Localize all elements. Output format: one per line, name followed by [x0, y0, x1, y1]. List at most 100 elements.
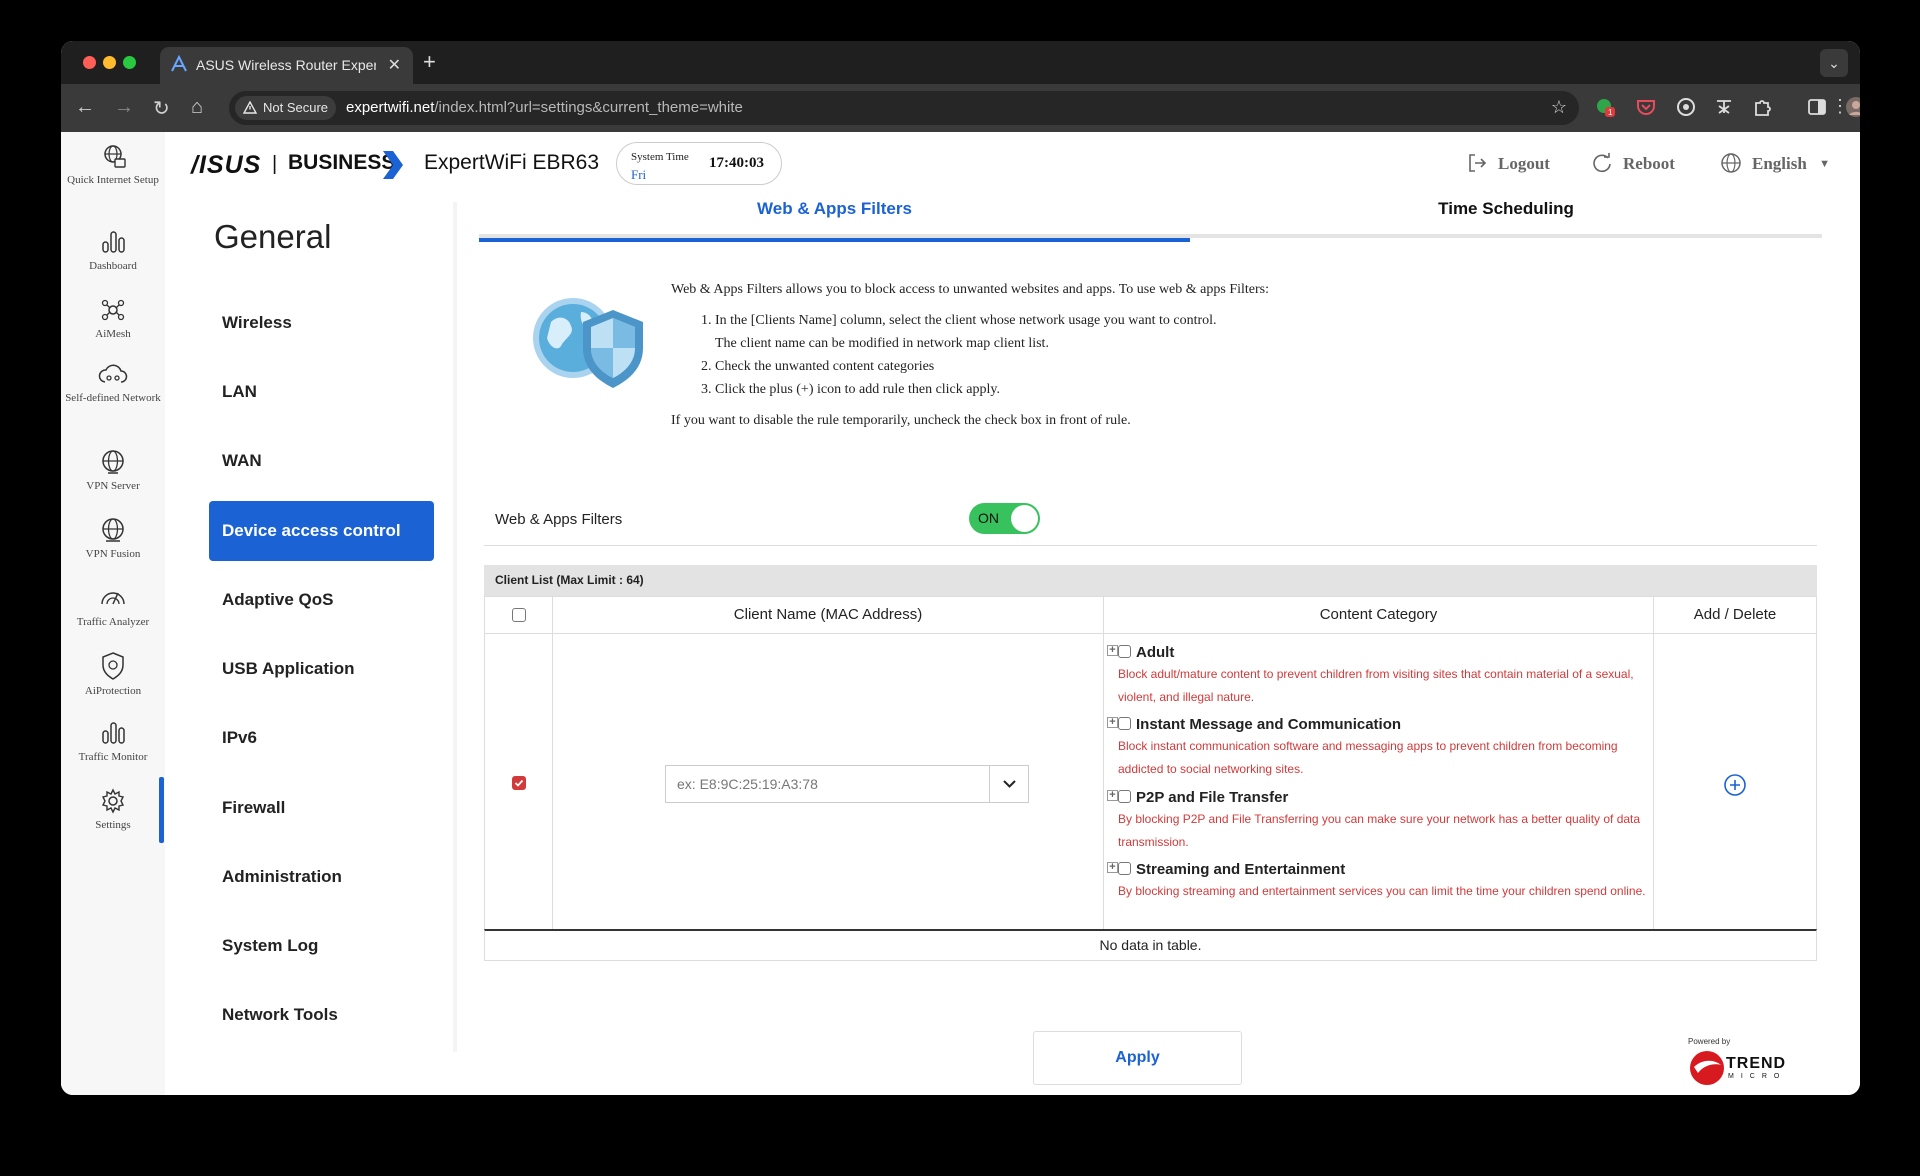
reboot-label: Reboot: [1623, 154, 1675, 173]
category-name: Adult: [1136, 644, 1175, 661]
browser-menu-icon[interactable]: ⋮: [1831, 96, 1849, 117]
nav-quick-internet-setup[interactable]: Quick Internet Setup: [61, 144, 165, 189]
nav-label: AiMesh: [95, 328, 131, 340]
brand-separator: |: [272, 153, 278, 175]
menu-item-usb-application[interactable]: USB Application: [209, 639, 434, 699]
category-streaming: + Streaming and Entertainment By blocking…: [1107, 861, 1658, 903]
menu-item-device-access-control[interactable]: Device access control: [209, 501, 434, 561]
menu-item-network-tools[interactable]: Network Tools: [209, 985, 434, 1045]
minimize-window-button[interactable]: [103, 56, 116, 69]
maximize-window-button[interactable]: [123, 56, 136, 69]
security-indicator[interactable]: Not Secure: [235, 96, 337, 120]
vpn-globe-icon: [102, 450, 124, 474]
category-checkbox-p2p[interactable]: [1118, 790, 1131, 803]
category-description: By blocking P2P and File Transferring yo…: [1118, 812, 1641, 849]
nav-aimesh[interactable]: AiMesh: [61, 296, 165, 343]
nav-self-defined-network[interactable]: Self-defined Network: [61, 362, 165, 407]
nav-vpn-fusion[interactable]: VPN Fusion: [61, 516, 165, 563]
trend-micro-mark-icon: [1690, 1051, 1724, 1085]
pocket-icon[interactable]: [1635, 96, 1657, 118]
category-name: P2P and File Transfer: [1136, 789, 1289, 806]
reload-icon[interactable]: ↻: [153, 96, 170, 121]
bar-chart-icon: [102, 231, 125, 253]
system-time-label: System Time: [631, 151, 689, 163]
nav-traffic-monitor[interactable]: Traffic Monitor: [61, 719, 165, 766]
mesh-icon: [101, 299, 125, 321]
language-label: English: [1752, 154, 1807, 173]
tab-time-scheduling[interactable]: Time Scheduling: [1190, 192, 1822, 238]
menu-item-lan[interactable]: LAN: [209, 362, 434, 422]
trend-text: TREND: [1726, 1055, 1787, 1072]
content-category-cell: + Adult Block adult/mature content to pre…: [1103, 633, 1654, 931]
nav-aiprotection[interactable]: AiProtection: [61, 651, 165, 700]
category-instant-message: + Instant Message and Communication Block…: [1107, 716, 1658, 781]
back-icon[interactable]: ←: [75, 96, 95, 119]
client-name-cell: ex: E8:9C:25:19:A3:78: [552, 633, 1104, 931]
extensions-puzzle-icon[interactable]: [1751, 96, 1773, 118]
close-tab-icon[interactable]: ✕: [388, 55, 401, 75]
category-checkbox-instant-message[interactable]: [1118, 717, 1131, 730]
mac-address-input[interactable]: ex: E8:9C:25:19:A3:78: [665, 765, 990, 803]
logout-button[interactable]: Logout: [1469, 154, 1550, 174]
apply-button[interactable]: Apply: [1033, 1031, 1242, 1085]
vpn-extension-icon[interactable]: [1675, 96, 1697, 118]
empty-table-message: No data in table.: [484, 929, 1817, 961]
close-window-button[interactable]: [83, 56, 96, 69]
category-checkbox-adult[interactable]: [1118, 645, 1131, 658]
client-name-header: Client Name (MAC Address): [552, 596, 1104, 634]
menu-item-firewall[interactable]: Firewall: [209, 778, 434, 838]
router-page: Quick Internet Setup Dashboard AiMesh Se…: [61, 132, 1860, 1095]
select-all-checkbox[interactable]: [511, 608, 526, 622]
menu-item-system-log[interactable]: System Log: [209, 916, 434, 976]
system-day: Fri: [631, 167, 647, 182]
new-tab-icon[interactable]: +: [423, 49, 436, 75]
nav-dashboard[interactable]: Dashboard: [61, 228, 165, 275]
url-text[interactable]: expertwifi.net/index.html?url=settings&c…: [346, 99, 743, 116]
tab-web-apps-filters[interactable]: Web & Apps Filters: [479, 192, 1190, 242]
forward-icon[interactable]: →: [114, 96, 134, 119]
client-dropdown-button[interactable]: [990, 765, 1029, 803]
category-p2p: + P2P and File Transfer By blocking P2P a…: [1107, 789, 1658, 854]
menu-item-wireless[interactable]: Wireless: [209, 293, 434, 353]
nav-label: AiProtection: [84, 685, 142, 697]
add-delete-cell: [1653, 633, 1817, 931]
row-select-cell: [484, 633, 553, 931]
instruction-step-1b: The client name can be modified in netwo…: [715, 336, 1049, 351]
category-description: By blocking streaming and entertainment …: [1118, 884, 1646, 898]
category-name: Instant Message and Communication: [1136, 716, 1402, 733]
expand-icon[interactable]: +: [1107, 862, 1118, 873]
tab-search-icon[interactable]: ⌄: [1820, 49, 1848, 77]
tab-title: ASUS Wireless Router Exper: [196, 57, 376, 73]
menu-item-adaptive-qos[interactable]: Adaptive QoS: [209, 570, 434, 630]
reboot-button[interactable]: Reboot: [1593, 153, 1675, 174]
extension-green-icon[interactable]: 1: [1595, 96, 1617, 118]
expand-icon[interactable]: +: [1107, 717, 1118, 728]
address-bar[interactable]: Not Secure expertwifi.net/index.html?url…: [229, 91, 1579, 125]
menu-item-wan[interactable]: WAN: [209, 431, 434, 491]
menu-item-ipv6[interactable]: IPv6: [209, 708, 434, 768]
nav-vpn-server[interactable]: VPN Server: [61, 448, 165, 495]
warning-icon: [243, 101, 257, 114]
translate-extension-icon[interactable]: [1713, 96, 1735, 118]
expand-icon[interactable]: +: [1107, 790, 1118, 801]
expand-icon[interactable]: +: [1107, 645, 1118, 656]
url-host: expertwifi.net: [346, 99, 435, 116]
add-rule-plus-icon[interactable]: [1723, 773, 1747, 797]
nav-traffic-analyzer[interactable]: Traffic Analyzer: [61, 584, 165, 631]
content-tabs: Web & Apps Filters Time Scheduling: [479, 192, 1822, 242]
quick-setup-icon: [104, 145, 126, 168]
filter-toggle-switch[interactable]: ON: [969, 503, 1040, 534]
intro-note: If you want to disable the rule temporar…: [671, 413, 1131, 428]
category-checkbox-streaming[interactable]: [1118, 862, 1131, 875]
bookmark-star-icon[interactable]: ☆: [1551, 97, 1567, 118]
business-logo-text: BUSINESS: [288, 151, 396, 174]
browser-tab[interactable]: ASUS Wireless Router Exper ✕: [160, 47, 413, 84]
side-panel-icon[interactable]: [1806, 96, 1828, 118]
brand-chevron-icon: [383, 151, 403, 179]
network-cloud-icon: [98, 364, 128, 383]
language-select[interactable]: English ▼: [1721, 153, 1830, 174]
menu-item-administration[interactable]: Administration: [209, 847, 434, 907]
home-icon[interactable]: ⌂: [191, 96, 203, 119]
nav-settings[interactable]: Settings: [61, 787, 165, 834]
row-enable-checkbox[interactable]: [512, 776, 526, 790]
